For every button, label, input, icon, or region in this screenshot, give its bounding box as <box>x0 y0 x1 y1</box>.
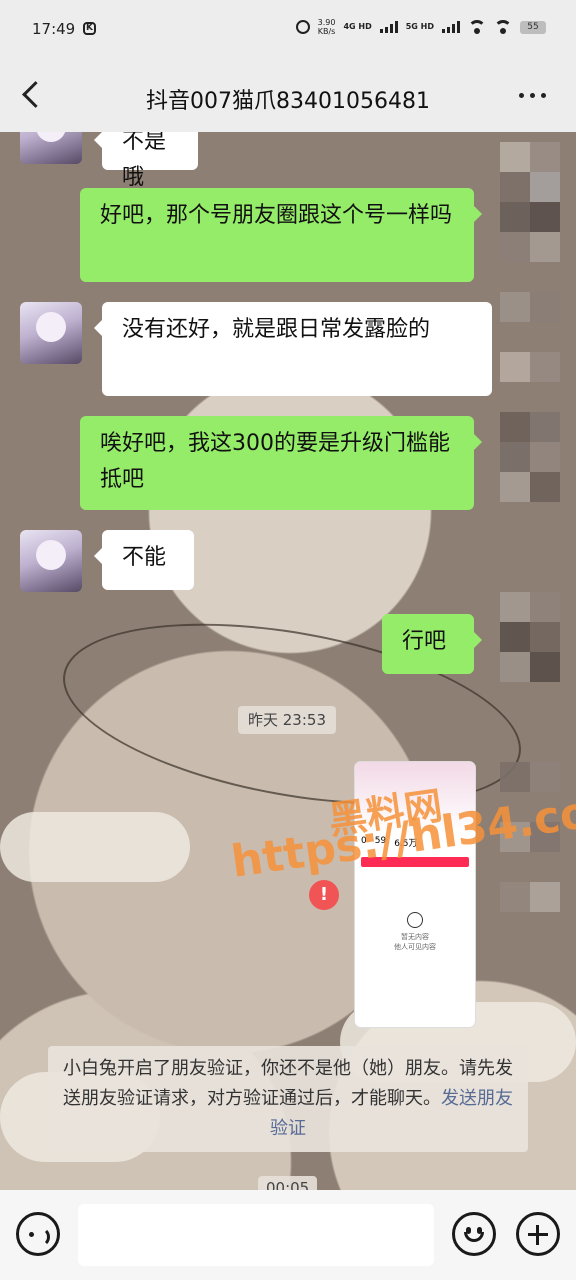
net-speed-unit: KB/s <box>317 27 336 36</box>
message-bubble-outgoing[interactable]: 行吧 <box>382 614 482 674</box>
image-follow-bar <box>361 857 469 867</box>
message-bubble-incoming[interactable]: 不能 <box>94 530 194 590</box>
background-cloud <box>0 812 190 882</box>
image-message[interactable]: 0 59 6.5万 暂无内容 他人可见内容 <box>355 762 475 1027</box>
message-text: 唉好吧，我这300的要是升级门槛能抵吧 <box>100 431 450 492</box>
more-icon[interactable] <box>519 93 546 98</box>
message-timestamp: 昨天 23:53 <box>238 706 336 734</box>
contact-avatar[interactable] <box>20 530 82 592</box>
message-text: 没有还好，就是跟日常发露脸的 <box>122 317 431 342</box>
status-bar: 17:49 K 3.90 KB/s 4G HD 5G HD 55 <box>0 0 576 60</box>
error-icon[interactable]: ! <box>309 880 339 910</box>
chat-header: 抖音007猫爪83401056481 <box>0 60 576 132</box>
image-stats: 0 59 6.5万 <box>355 832 475 853</box>
blurred-mosaic <box>480 132 576 1092</box>
ban-icon <box>407 912 423 928</box>
message-text: 不能 <box>122 545 167 570</box>
system-notice: 小白兔开启了朋友验证，你还不是他（她）朋友。请先发送朋友验证请求，对方验证通过后… <box>48 1046 528 1152</box>
plus-icon[interactable] <box>516 1212 560 1256</box>
image-stat: 59 <box>374 836 387 846</box>
battery-icon: 55 <box>520 20 546 34</box>
network-type-1: 4G HD <box>343 22 372 31</box>
image-empty-state: 暂无内容 他人可见内容 <box>355 912 475 952</box>
wifi-icon-2 <box>494 20 512 34</box>
message-text: 不是哦 <box>122 132 167 190</box>
image-header <box>355 762 475 832</box>
message-bubble-outgoing[interactable]: 好吧，那个号朋友圈跟这个号一样吗 <box>80 188 482 282</box>
status-right: 3.90 KB/s 4G HD 5G HD 55 <box>295 18 546 36</box>
net-speed-value: 3.90 <box>317 18 336 27</box>
chat-title: 抖音007猫爪83401056481 <box>146 89 430 114</box>
message-bubble-incoming[interactable]: 没有还好，就是跟日常发露脸的 <box>94 302 492 396</box>
network-type-2: 5G HD <box>405 22 434 31</box>
net-speed: 3.90 KB/s <box>318 18 336 36</box>
image-stat: 6.5万 <box>394 839 418 849</box>
image-empty-sub: 他人可见内容 <box>394 943 436 951</box>
message-text: 好吧，那个号朋友圈跟这个号一样吗 <box>100 203 453 228</box>
emoji-icon[interactable] <box>452 1212 496 1256</box>
call-duration: 00:05 <box>258 1176 318 1190</box>
wifi-icon <box>468 20 486 34</box>
message-bubble-outgoing[interactable]: 唉好吧，我这300的要是升级门槛能抵吧 <box>80 416 482 510</box>
signal-icon-2 <box>442 21 460 33</box>
message-input[interactable] <box>78 1204 434 1266</box>
contact-avatar[interactable] <box>20 302 82 364</box>
input-bar <box>0 1190 576 1280</box>
voice-icon[interactable] <box>16 1212 60 1256</box>
chat-area[interactable]: 不是哦 好吧，那个号朋友圈跟这个号一样吗 没有还好，就是跟日常发露脸的 唉好吧，… <box>0 132 576 1190</box>
image-stat: 0 <box>361 836 367 846</box>
message-bubble-incoming[interactable]: 不是哦 <box>94 132 198 190</box>
app-notification-icon: K <box>83 22 96 35</box>
contact-avatar[interactable] <box>20 132 82 164</box>
message-text: 行吧 <box>402 629 447 654</box>
alarm-icon <box>295 20 310 34</box>
signal-icon <box>379 21 398 33</box>
image-empty-title: 暂无内容 <box>401 933 429 941</box>
status-time: 17:49 <box>32 20 76 38</box>
